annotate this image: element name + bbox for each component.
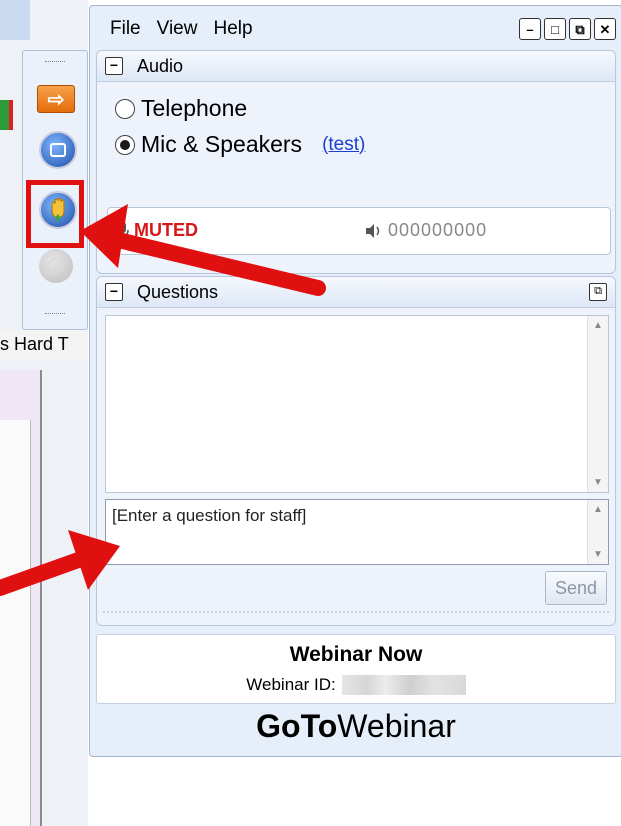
speaker-icon: [366, 223, 380, 238]
webinar-id-label: Webinar ID:: [246, 675, 336, 694]
radio-telephone-row[interactable]: Telephone: [115, 95, 247, 122]
audio-section-title: Audio: [137, 56, 184, 76]
menu-view[interactable]: View: [157, 18, 198, 40]
radio-mic-row[interactable]: Mic & Speakers (test): [115, 131, 365, 158]
muted-label: MUTED: [134, 220, 198, 240]
audio-level-meter: 000000000: [364, 220, 487, 241]
control-panel-window: File View Help – □ ⧉ ✕ − Audio Telephone…: [89, 5, 621, 757]
send-button[interactable]: Send: [545, 571, 607, 605]
background-app-tab-label: s Hard T: [0, 334, 69, 354]
window-buttons: – □ ⧉ ✕: [519, 18, 616, 40]
radio-telephone[interactable]: [115, 98, 135, 119]
questions-section: − Questions ⧉ ▲ ▼ [Enter a question for …: [96, 276, 616, 626]
radio-mic-speakers[interactable]: [115, 134, 135, 155]
menu-bar: File View Help: [110, 18, 253, 40]
webinar-id-redacted: [341, 675, 466, 695]
radio-mic-label: Mic & Speakers: [141, 131, 303, 157]
questions-collapse-icon[interactable]: −: [105, 283, 123, 301]
background-app-titlebar: [0, 0, 30, 40]
input-scroll-up-icon[interactable]: ▲: [593, 504, 603, 515]
webinar-id-row: Webinar ID:: [97, 675, 615, 695]
scroll-up-icon[interactable]: ▲: [593, 320, 603, 331]
section-resize-grip[interactable]: [103, 611, 609, 617]
popout-icon[interactable]: ⧉: [569, 18, 591, 40]
toolbar-grip-top[interactable]: [45, 61, 65, 65]
questions-popout-icon[interactable]: ⧉: [589, 283, 607, 301]
question-input-scrollbar[interactable]: ▲ ▼: [587, 500, 608, 564]
background-app-tab-red: [9, 100, 13, 130]
mute-status[interactable]: MUTED: [116, 220, 198, 241]
toolbar-grip-bottom[interactable]: [45, 313, 65, 317]
menu-help[interactable]: Help: [213, 18, 252, 40]
raise-hand-highlight: [26, 180, 84, 248]
audio-section-header: − Audio: [97, 51, 615, 82]
menu-file[interactable]: File: [110, 18, 141, 40]
audio-section: − Audio Telephone Mic & Speakers (test) …: [96, 50, 616, 274]
webinar-name: Webinar Now: [289, 643, 423, 666]
close-icon[interactable]: ✕: [594, 18, 616, 40]
questions-log-scrollbar[interactable]: ▲ ▼: [587, 316, 608, 492]
audio-test-link[interactable]: (test): [322, 134, 365, 156]
questions-log[interactable]: ▲ ▼: [105, 315, 609, 493]
screen-share-icon[interactable]: [39, 131, 77, 169]
minimize-icon[interactable]: –: [519, 18, 541, 40]
restore-icon[interactable]: □: [544, 18, 566, 40]
question-input[interactable]: [Enter a question for staff] ▲ ▼: [105, 499, 609, 565]
logo-bold: GoTo: [256, 708, 338, 744]
questions-section-header: − Questions ⧉: [97, 277, 615, 308]
show-panel-arrow-icon[interactable]: ⇨: [37, 85, 75, 113]
question-input-placeholder: [Enter a question for staff]: [112, 506, 307, 525]
input-scroll-down-icon[interactable]: ▼: [593, 549, 603, 560]
scroll-down-icon[interactable]: ▼: [593, 477, 603, 488]
disabled-icon: [39, 249, 73, 283]
radio-telephone-label: Telephone: [141, 95, 248, 121]
logo-regular: Webinar: [337, 708, 456, 744]
questions-section-title: Questions: [137, 282, 219, 302]
microphone-icon: [117, 221, 129, 241]
audio-status-bar: MUTED 000000000: [107, 207, 611, 255]
audio-collapse-icon[interactable]: −: [105, 57, 123, 75]
gotowebinar-logo: GoToWebinar: [90, 708, 621, 745]
level-meter-cells: 000000000: [388, 220, 488, 240]
webinar-info-box: Webinar Now Webinar ID:: [96, 634, 616, 704]
background-app-panel-inner: [0, 420, 31, 826]
